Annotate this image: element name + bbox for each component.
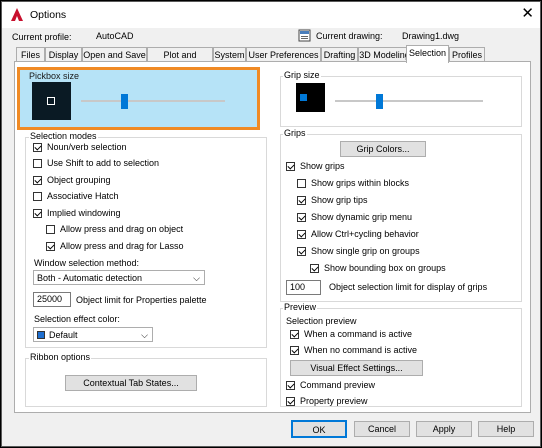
grip-square-icon <box>300 94 307 101</box>
color-swatch <box>37 331 45 339</box>
grip-limit-label: Object selection limit for display of gr… <box>329 282 488 292</box>
selection-effect-color-value: Default <box>49 330 78 340</box>
checkbox-label: Show grips <box>300 161 345 171</box>
preview-label: Preview <box>283 302 318 312</box>
title-bar: Options ✕ <box>2 2 540 28</box>
chevron-down-icon: ⌵ <box>141 330 148 340</box>
checkbox-label: Property preview <box>300 396 368 406</box>
checkbox-box[interactable] <box>286 397 295 406</box>
selection-preview-label: Selection preview <box>286 316 357 326</box>
checkbox-label: Show grip tips <box>311 195 368 205</box>
checkbox-box[interactable] <box>46 225 55 234</box>
tab-plot-and-publish[interactable]: Plot and Publish <box>147 47 213 74</box>
checkbox-box[interactable] <box>286 381 295 390</box>
checkbox-label: Allow press and drag on object <box>60 224 184 234</box>
apply-button[interactable]: Apply <box>416 421 472 437</box>
window-title: Options <box>30 9 67 21</box>
tab-system[interactable]: System <box>213 47 246 62</box>
checkbox-label: Show dynamic grip menu <box>311 212 413 222</box>
checkbox-label: Command preview <box>300 380 376 390</box>
ribbon-options-label: Ribbon options <box>29 352 92 362</box>
checkbox-label: Show grips within blocks <box>311 178 410 188</box>
checkbox-label: Implied windowing <box>47 208 121 218</box>
cancel-button[interactable]: Cancel <box>354 421 410 437</box>
checkbox-label: When no command is active <box>304 345 418 355</box>
tab-profiles[interactable]: Profiles <box>449 47 485 62</box>
window-selection-method-select[interactable]: Both - Automatic detection ⌵ <box>33 270 205 285</box>
checkbox-box[interactable] <box>33 209 42 218</box>
pickbox-square-icon <box>47 97 55 105</box>
window-selection-method-label: Window selection method: <box>34 258 140 268</box>
checkbox-box[interactable] <box>286 162 295 171</box>
current-drawing-value: Drawing1.dwg <box>402 31 460 41</box>
close-icon[interactable]: ✕ <box>521 6 534 21</box>
object-limit-input[interactable]: 25000 <box>33 292 71 307</box>
checkbox-box[interactable] <box>33 159 42 168</box>
checkbox-label: Allow Ctrl+cycling behavior <box>311 229 419 239</box>
options-dialog: Options ✕ Current profile: AutoCAD Curre… <box>1 1 541 447</box>
grip-size-preview <box>296 83 325 112</box>
checkbox-box[interactable] <box>297 213 306 222</box>
pickbox-slider-track <box>81 100 225 102</box>
checkbox-box[interactable] <box>297 230 306 239</box>
checkbox-label: Associative Hatch <box>47 191 119 201</box>
checkbox-box[interactable] <box>290 330 299 339</box>
grip-colors-button[interactable]: Grip Colors... <box>340 141 426 157</box>
checkbox-label: When a command is active <box>304 329 413 339</box>
checkbox-box[interactable] <box>290 346 299 355</box>
tab-drafting[interactable]: Drafting <box>321 47 358 62</box>
tab-3d-modeling[interactable]: 3D Modeling <box>358 47 411 62</box>
grip-size-label: Grip size <box>283 70 321 80</box>
help-button[interactable]: Help <box>478 421 534 437</box>
checkbox-box[interactable] <box>33 143 42 152</box>
visual-effect-settings-button[interactable]: Visual Effect Settings... <box>290 360 423 376</box>
ok-button[interactable]: OK <box>291 420 347 438</box>
current-profile-value: AutoCAD <box>96 31 134 41</box>
checkbox-box[interactable] <box>297 196 306 205</box>
grip-size-slider-track <box>335 100 483 102</box>
pickbox-size-label: Pickbox size <box>29 71 80 81</box>
contextual-tab-states-button[interactable]: Contextual Tab States... <box>65 375 197 391</box>
tab-user-preferences[interactable]: User Preferences <box>246 47 321 62</box>
window-selection-method-value: Both - Automatic detection <box>37 273 143 283</box>
selection-modes-label: Selection modes <box>29 131 98 141</box>
checkbox-box[interactable] <box>33 192 42 201</box>
checkbox-label: Noun/verb selection <box>47 142 127 152</box>
checkbox-box[interactable] <box>310 264 319 273</box>
pickbox-preview <box>32 82 71 120</box>
checkbox-label: Object grouping <box>47 175 111 185</box>
grip-limit-input[interactable]: 100 <box>286 280 321 295</box>
tab-files[interactable]: Files <box>16 47 45 62</box>
current-drawing-label: Current drawing: <box>316 31 383 41</box>
checkbox-box[interactable] <box>33 176 42 185</box>
checkbox-box[interactable] <box>297 179 306 188</box>
checkbox-box[interactable] <box>46 242 55 251</box>
checkbox-box[interactable] <box>297 247 306 256</box>
object-limit-label: Object limit for Properties palette <box>76 295 207 305</box>
autocad-logo-icon <box>11 8 23 21</box>
drawing-icon <box>298 29 311 42</box>
tab-selection[interactable]: Selection <box>406 45 449 63</box>
checkbox-label: Show bounding box on groups <box>324 263 446 273</box>
selection-effect-color-label: Selection effect color: <box>34 314 120 324</box>
current-profile-label: Current profile: <box>12 32 72 42</box>
grip-size-slider-thumb[interactable] <box>376 94 384 109</box>
checkbox-label: Allow press and drag for Lasso <box>60 241 184 251</box>
selection-tab-page: Pickbox size Grip size Selection modes N… <box>14 61 531 413</box>
tab-open-and-save[interactable]: Open and Save <box>82 47 147 62</box>
pickbox-slider-thumb[interactable] <box>121 94 129 109</box>
tab-display[interactable]: Display <box>45 47 82 62</box>
selection-effect-color-select[interactable]: Default ⌵ <box>33 327 153 342</box>
chevron-down-icon: ⌵ <box>193 273 200 283</box>
checkbox-label: Show single grip on groups <box>311 246 420 256</box>
grips-label: Grips <box>283 128 307 138</box>
checkbox-label: Use Shift to add to selection <box>47 158 160 168</box>
